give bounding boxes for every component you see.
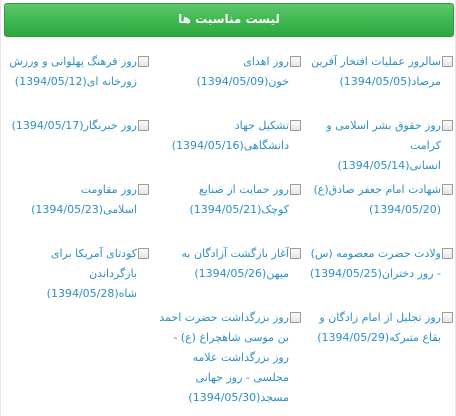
occasion-checkbox[interactable] bbox=[442, 184, 453, 195]
list-item: روز خبرنگار(1394/05/17) bbox=[1, 116, 153, 180]
occasion-checkbox[interactable] bbox=[290, 248, 301, 259]
occasion-label: روز تجلیل از امام زادگان و بقاع متبرکه(1… bbox=[317, 311, 441, 344]
occasions-panel: لیست مناسبت ها سالروز عملیات افتخار آفری… bbox=[0, 0, 456, 416]
occasion-label: سالروز عملیات افتخار آفرین مرصاد(1394/05… bbox=[311, 55, 441, 88]
occasion-label: روز بزرگداشت حضرت احمد بن موسی شاهچراغ (… bbox=[159, 311, 289, 404]
occasion-checkbox[interactable] bbox=[442, 248, 453, 259]
occasion-label: روز خبرنگار(1394/05/17) bbox=[11, 119, 137, 132]
occasion-checkbox[interactable] bbox=[290, 120, 301, 131]
list-item: روز تجلیل از امام زادگان و بقاع متبرکه(1… bbox=[305, 308, 456, 372]
occasion-checkbox[interactable] bbox=[290, 184, 301, 195]
panel-title: لیست مناسبت ها bbox=[178, 12, 280, 26]
occasion-checkbox[interactable] bbox=[138, 248, 149, 259]
occasion-label: کودتای آمریکا برای بازگرداندن شاه(1394/0… bbox=[46, 247, 137, 300]
panel-header: لیست مناسبت ها bbox=[4, 3, 454, 37]
list-item: شهادت امام جعفر صادق(ع)(1394/05/20) bbox=[305, 180, 456, 244]
occasion-checkbox[interactable] bbox=[442, 56, 453, 67]
occasion-checkbox[interactable] bbox=[138, 120, 149, 131]
occasion-checkbox[interactable] bbox=[290, 56, 301, 67]
occasion-label: تشکیل جهاد دانشگاهی(1394/05/16) bbox=[171, 119, 289, 152]
list-item: کودتای آمریکا برای بازگرداندن شاه(1394/0… bbox=[1, 244, 153, 308]
occasion-checkbox[interactable] bbox=[138, 56, 149, 67]
occasion-label: ولادت حضرت معصومه (س) - روز دختران(1394/… bbox=[309, 247, 441, 280]
list-item: روز بزرگداشت حضرت احمد بن موسی شاهچراغ (… bbox=[153, 308, 305, 404]
occasion-label: روز حمایت از صنایع کوچک(1394/05/21) bbox=[189, 183, 289, 216]
occasion-label: روز مقاومت اسلامی(1394/05/23) bbox=[31, 183, 137, 216]
list-item: روز اهدای خون(1394/05/09) bbox=[153, 52, 305, 116]
occasion-label: شهادت امام جعفر صادق(ع)(1394/05/20) bbox=[313, 183, 441, 216]
list-item: روز حمایت از صنایع کوچک(1394/05/21) bbox=[153, 180, 305, 244]
occasions-grid: سالروز عملیات افتخار آفرین مرصاد(1394/05… bbox=[1, 52, 456, 404]
occasion-label: روز فرهنگ پهلوانی و ورزش زورخانه ای(1394… bbox=[9, 55, 137, 88]
list-item: روز مقاومت اسلامی(1394/05/23) bbox=[1, 180, 153, 244]
list-item: سالروز عملیات افتخار آفرین مرصاد(1394/05… bbox=[305, 52, 456, 116]
occasion-checkbox[interactable] bbox=[442, 312, 453, 323]
list-item: روز حقوق بشر اسلامی و کرامت انسانی(1394/… bbox=[305, 116, 456, 180]
occasion-label: روز حقوق بشر اسلامی و کرامت انسانی(1394/… bbox=[326, 119, 441, 172]
occasion-label: آغاز بازگشت آزادگان به میهن(1394/05/26) bbox=[181, 247, 290, 280]
list-item: ولادت حضرت معصومه (س) - روز دختران(1394/… bbox=[305, 244, 456, 308]
occasion-checkbox[interactable] bbox=[138, 184, 149, 195]
list-item: تشکیل جهاد دانشگاهی(1394/05/16) bbox=[153, 116, 305, 180]
list-item: روز فرهنگ پهلوانی و ورزش زورخانه ای(1394… bbox=[1, 52, 153, 116]
list-item: آغاز بازگشت آزادگان به میهن(1394/05/26) bbox=[153, 244, 305, 308]
occasion-checkbox[interactable] bbox=[442, 120, 453, 131]
occasion-checkbox[interactable] bbox=[290, 312, 301, 323]
occasion-label: روز اهدای خون(1394/05/09) bbox=[196, 55, 289, 88]
